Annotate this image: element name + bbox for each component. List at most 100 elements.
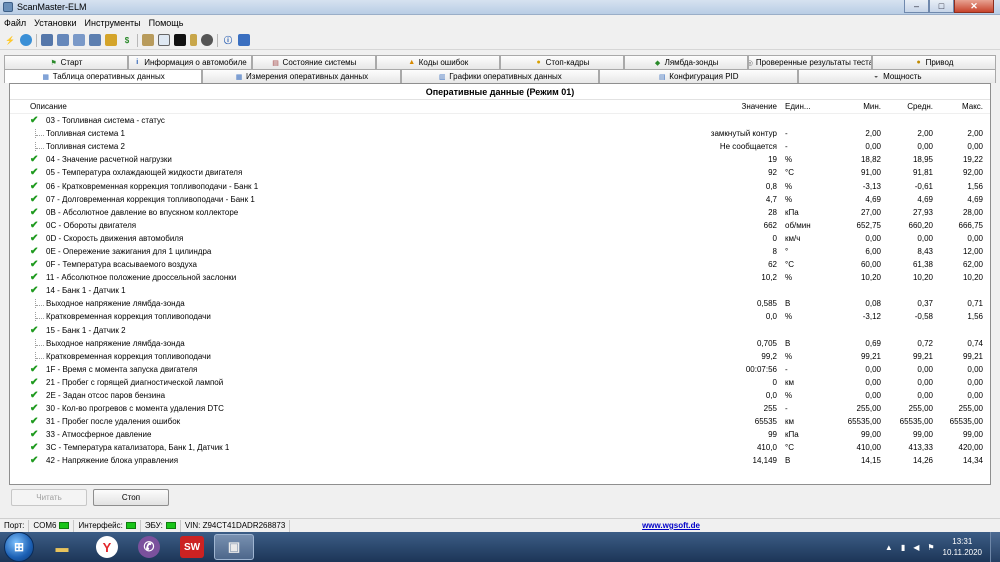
table-row[interactable]: ✔ 42 - Напряжение блока управления 14,149 В… [10, 454, 990, 467]
yandex-icon[interactable]: Y [96, 536, 118, 558]
connect-icon[interactable]: ⚡ [4, 34, 16, 46]
record-icon[interactable] [201, 34, 213, 46]
row-description: ✔ 0F - Температура всасываемого воздуха [10, 260, 698, 269]
info-icon[interactable] [41, 34, 53, 46]
row-avg: 413,33 [908, 443, 933, 453]
tab-live-data-graphs[interactable]: ▥ Графики оперативных данных [400, 69, 600, 83]
row-value: 662 [763, 220, 777, 230]
row-value: 410,0 [756, 443, 777, 453]
table-row[interactable]: ✔ 07 - Долговременная коррекция топливопо… [10, 193, 990, 206]
menu-tools[interactable]: Инструменты [81, 18, 145, 28]
menu-help[interactable]: Помощь [145, 18, 188, 28]
checkmark-icon: ✔ [30, 273, 39, 283]
table-row[interactable]: ✔ 2E - Задан отсос паров бензина 0,0% 0,00 0… [10, 389, 990, 402]
row-value: 99 [768, 430, 777, 440]
row-max: 0,00 [967, 377, 983, 387]
read-button[interactable]: Читать [11, 489, 87, 506]
about-icon[interactable]: ⓘ [222, 34, 234, 46]
tab-freeze-frames[interactable]: ● Стоп-кадры [500, 55, 624, 69]
table-row[interactable]: ✔ 11 - Абсолютное положение дроссельной з… [10, 271, 990, 284]
flag-icon: ⚑ [50, 59, 57, 67]
table-row[interactable]: ✔ 31 - Пробег после удаления ошибок 65535 к… [10, 415, 990, 428]
minimize-button[interactable]: – [904, 0, 929, 13]
row-label: 0E - Опережение зажигания для 1 цилиндра [46, 246, 212, 256]
tab-lambda-sensors[interactable]: ◆ Лямбда-зонды [624, 55, 748, 69]
tab-pid-config[interactable]: ▤ Конфигурация PID [599, 69, 798, 83]
terminal-icon[interactable] [174, 34, 186, 46]
col-max[interactable]: Макс. [933, 102, 983, 111]
chart-icon[interactable] [89, 34, 101, 46]
table-row[interactable]: Выходное напряжение лямбда-зонда 0,705 В 0,… [10, 337, 990, 350]
row-avg: 0,00 [917, 142, 933, 152]
table-icon[interactable] [57, 34, 69, 46]
menu-settings[interactable]: Установки [30, 18, 80, 28]
flag-tray-icon[interactable]: ⚑ [927, 543, 934, 552]
volume-icon[interactable]: ◀ [913, 543, 919, 552]
row-unit: % [785, 312, 793, 322]
tab-start[interactable]: ⚑ Старт [4, 55, 128, 69]
row-value: 0,8 [765, 181, 777, 191]
table-row[interactable]: ✔ 15 - Банк 1 - Датчик 2 [10, 324, 990, 337]
tab-test-results[interactable]: ◎Проверенные результаты теста [748, 55, 872, 69]
table-row[interactable]: ✔ 05 - Температура охлаждающей жидкости д… [10, 166, 990, 179]
exit-icon[interactable] [238, 34, 250, 46]
tab-drive[interactable]: ● Привод [872, 55, 996, 69]
row-description: ✔ 1F - Время с момента запуска двигателя [10, 365, 698, 374]
table-row[interactable]: ✔ 0D - Скорость движения автомобиля 0 км/ч 0… [10, 232, 990, 245]
gauge-icon[interactable] [73, 34, 85, 46]
table-row[interactable]: Кратковременная коррекция топливоподачи 0… [10, 310, 990, 323]
show-desktop-button[interactable] [990, 532, 1000, 562]
sw-icon[interactable]: SW [180, 536, 204, 558]
table-row[interactable]: ✔ 0C - Обороты двигателя 662 об/мин 652,75 66… [10, 219, 990, 232]
maximize-button[interactable]: □ [929, 0, 954, 13]
dollar-icon[interactable]: $ [121, 34, 133, 46]
start-button[interactable]: ⊞ [4, 532, 34, 562]
table-row[interactable]: ✔ 14 - Банк 1 - Датчик 1 [10, 284, 990, 297]
row-unit: °C [785, 260, 794, 270]
table-row[interactable]: ✔ 1F - Время с момента запуска двигателя 0… [10, 363, 990, 376]
power-icon[interactable] [105, 34, 117, 46]
clipboard-icon[interactable] [142, 34, 154, 46]
col-unit[interactable]: Един... [783, 102, 829, 111]
col-min[interactable]: Мин. [829, 102, 881, 111]
stop-button[interactable]: Стоп [93, 489, 169, 506]
scanmaster-icon[interactable]: ▣ [214, 534, 254, 560]
col-description[interactable]: Описание [10, 102, 698, 111]
row-min: 65535,00 [847, 417, 881, 427]
tab-live-data-table[interactable]: ▦ Таблица оперативных данных [4, 69, 203, 83]
checkmark-icon: ✔ [30, 377, 39, 387]
tab-system-status[interactable]: ▤ Состояние системы [252, 55, 376, 69]
table-row[interactable]: Топливная система 2 Не сообщается - 0,00 0,0… [10, 140, 990, 153]
table-row[interactable]: Топливная система 1 замкнутый контур - 2,00… [10, 127, 990, 140]
table-row[interactable]: Кратковременная коррекция топливоподачи 9… [10, 350, 990, 363]
tab-live-data-gauges[interactable]: ▦ Измерения оперативных данных [202, 69, 401, 83]
table-row[interactable]: ✔ 04 - Значение расчетной нагрузки 19% 18,8… [10, 153, 990, 166]
close-button[interactable]: ✕ [954, 0, 994, 13]
tab-power[interactable]: ◒ Мощность [797, 69, 997, 83]
table-row[interactable]: ✔ 3C - Температура катализатора, Банк 1, … [10, 441, 990, 454]
tray-arrow-icon[interactable]: ▲ [885, 543, 893, 552]
table-row[interactable]: ✔ 0B - Абсолютное давление во впускном ко… [10, 206, 990, 219]
col-value[interactable]: Значение [698, 102, 783, 111]
col-avg[interactable]: Средн. [881, 102, 933, 111]
viber-icon[interactable]: ✆ [138, 536, 160, 558]
tab-error-codes[interactable]: ▲ Коды ошибок [376, 55, 500, 69]
table-row[interactable]: ✔ 33 - Атмосферное давление 99 кПа 99,00 99,0… [10, 428, 990, 441]
tab-vehicle-info[interactable]: i Информация о автомобиле [128, 55, 252, 69]
menu-file[interactable]: Файл [0, 18, 30, 28]
table-row[interactable]: ✔ 30 - Кол-во прогревов с момента удалени… [10, 402, 990, 415]
clock[interactable]: 13:31 10.11.2020 [943, 536, 982, 558]
globe-icon[interactable] [20, 34, 32, 46]
monitor-icon[interactable] [158, 34, 170, 46]
table-row[interactable]: ✔ 21 - Пробег с горящей диагностической л… [10, 376, 990, 389]
folder-icon[interactable]: ▬ [42, 534, 82, 560]
website-link[interactable]: www.wgsoft.de [642, 521, 700, 530]
table-row[interactable]: ✔ 0F - Температура всасываемого воздуха 62… [10, 258, 990, 271]
row-description: ✔ 31 - Пробег после удаления ошибок [10, 417, 698, 426]
table-row[interactable]: ✔ 06 - Кратковременная коррекция топливоп… [10, 179, 990, 192]
table-row[interactable]: ✔ 0E - Опережение зажигания для 1 цилиндр… [10, 245, 990, 258]
table-row[interactable]: Выходное напряжение лямбда-зонда 0,585 В 0,… [10, 297, 990, 310]
battery-icon[interactable] [190, 34, 197, 46]
network-icon[interactable]: ▮ [901, 543, 905, 552]
table-row[interactable]: ✔ 03 - Топливная система - статус [10, 114, 990, 127]
